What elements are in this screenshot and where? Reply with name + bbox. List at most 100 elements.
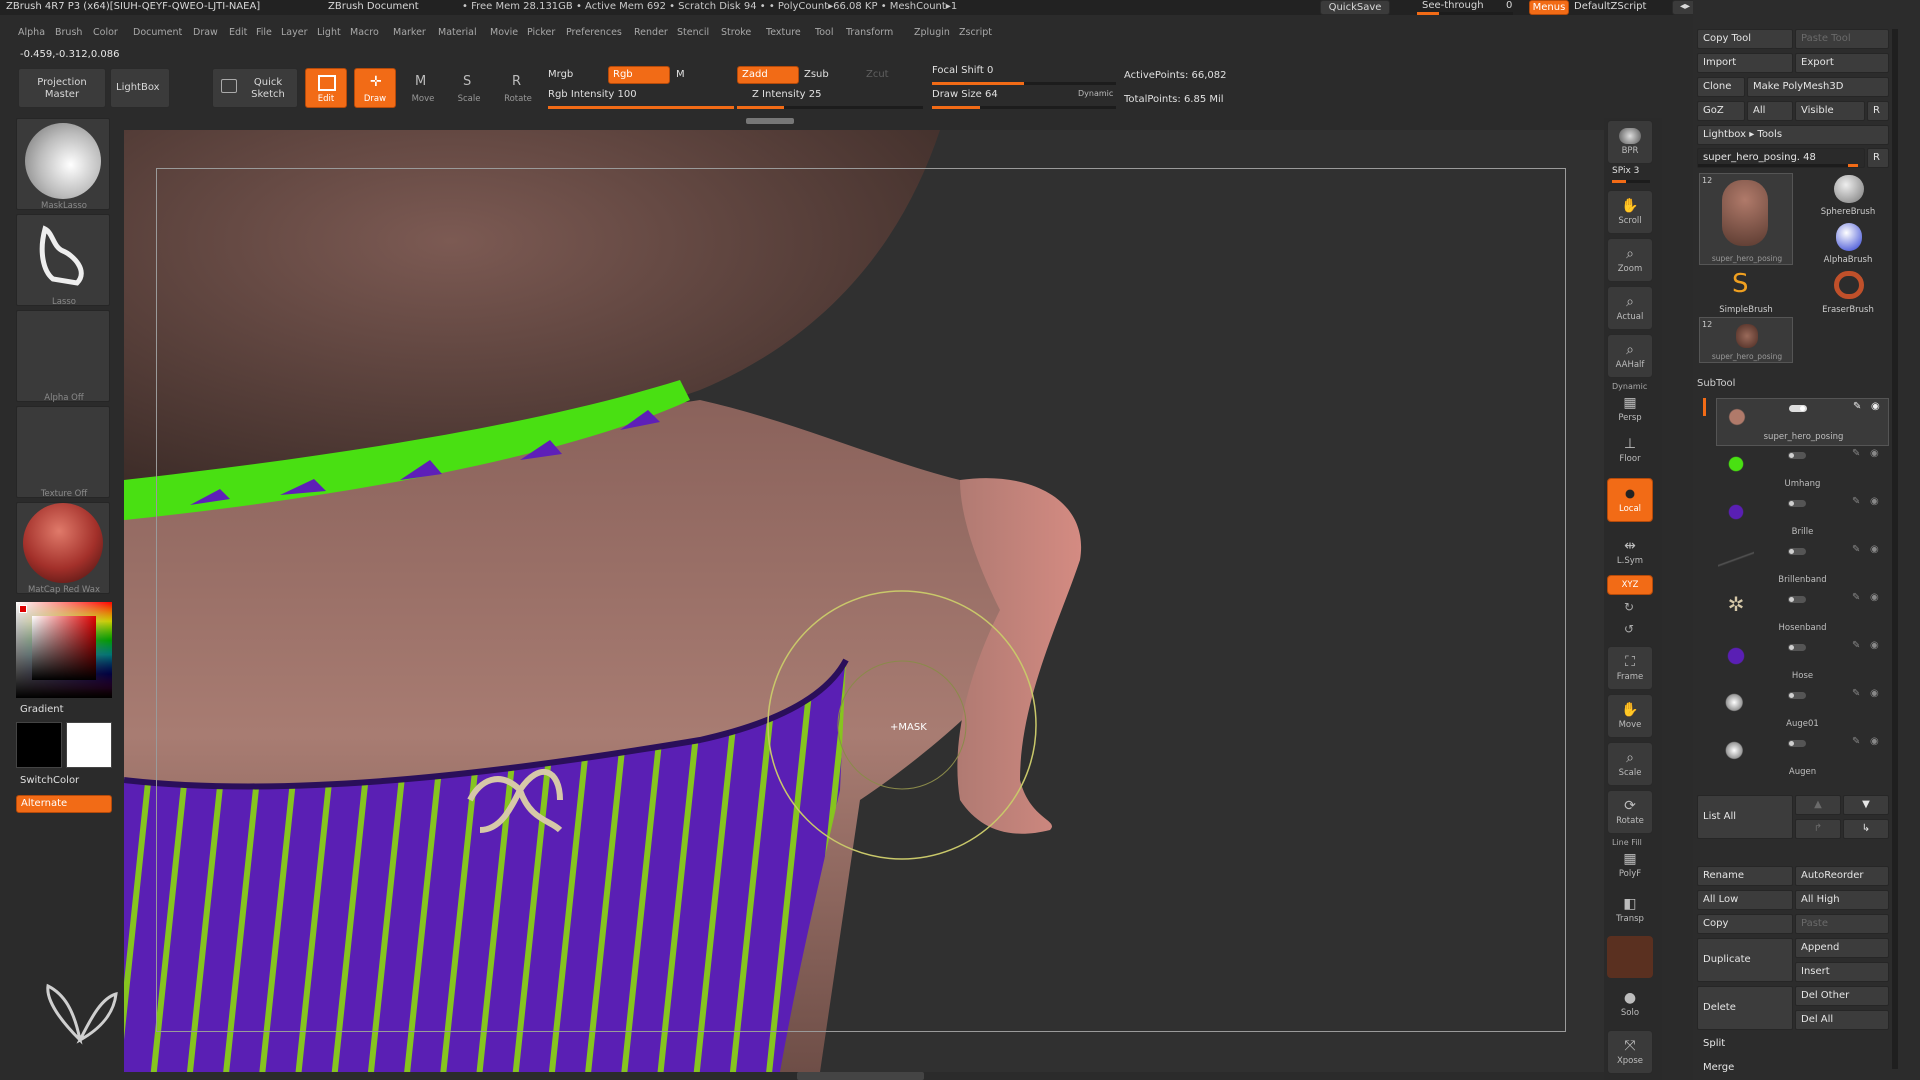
move-view-button[interactable]: ✋ Move	[1607, 694, 1653, 738]
menu-edit[interactable]: Edit	[229, 27, 247, 38]
menu-light[interactable]: Light	[317, 27, 341, 38]
rotate-button[interactable]: R Rotate	[497, 68, 539, 108]
actual-button[interactable]: ⌕ Actual	[1607, 286, 1653, 330]
spix-slider[interactable]	[1612, 180, 1650, 183]
rotate-view-button[interactable]: ⟳ Rotate	[1607, 790, 1653, 834]
menu-tool[interactable]: Tool	[815, 27, 833, 38]
menu-document[interactable]: Document	[133, 27, 182, 38]
rgb-toggle[interactable]: Rgb	[608, 66, 670, 84]
alternate-button[interactable]: Alternate	[16, 795, 112, 813]
brush-icon[interactable]: ✎	[1852, 544, 1860, 555]
eye-icon[interactable]: ◉	[1870, 496, 1879, 507]
menu-stroke[interactable]: Stroke	[721, 27, 751, 38]
color-square[interactable]	[32, 616, 96, 680]
stroke-slot[interactable]: Lasso	[16, 214, 110, 307]
eye-icon[interactable]: ◉	[1870, 544, 1879, 555]
focal-shift-slider[interactable]	[932, 82, 1116, 85]
make-polymesh3d-button[interactable]: Make PolyMesh3D	[1747, 77, 1889, 97]
gradient-label[interactable]: Gradient	[20, 704, 64, 715]
subtool-item[interactable]: ✲ ✎ ◉ Hosenband	[1716, 590, 1889, 638]
switch-color-button[interactable]: SwitchColor	[20, 775, 79, 786]
transp-button[interactable]: ◧ Transp	[1607, 888, 1653, 932]
subtool-item[interactable]: ✎ ◉ Hose	[1716, 638, 1889, 686]
palette-scrollbar[interactable]	[1892, 29, 1898, 1069]
alpha-slot[interactable]: Alpha Off	[16, 310, 110, 403]
bottom-shelf-handle[interactable]	[797, 1072, 924, 1080]
bpr-button[interactable]: BPR	[1607, 120, 1653, 164]
export-button[interactable]: Export	[1795, 53, 1889, 73]
draw-button[interactable]: ✛ Draw	[354, 68, 396, 108]
del-other-button[interactable]: Del Other	[1795, 986, 1889, 1006]
brush-icon[interactable]: ✎	[1852, 592, 1860, 603]
persp-button[interactable]: ▦ Persp	[1607, 382, 1653, 426]
solo-button[interactable]: ● Solo	[1607, 982, 1653, 1026]
paste-subtool-button[interactable]: Paste	[1795, 914, 1889, 934]
merge-section[interactable]: Merge	[1697, 1058, 1889, 1078]
menu-material[interactable]: Material	[438, 27, 477, 38]
secondary-color-black[interactable]	[16, 722, 62, 768]
eraser-brush-tool[interactable]: EraserBrush	[1808, 269, 1888, 317]
xyz-button[interactable]: XYZ	[1607, 575, 1653, 595]
list-all-button[interactable]: List All	[1697, 795, 1793, 839]
subtool-item[interactable]: ✎ ◉ Brillenband	[1716, 542, 1889, 590]
material-slot[interactable]: MatCap Red Wax	[16, 502, 110, 595]
zsub-toggle[interactable]: Zsub	[804, 69, 829, 80]
insert-button[interactable]: Insert	[1795, 962, 1889, 982]
simple-brush-tool[interactable]: S SimpleBrush	[1706, 269, 1786, 317]
color-picker[interactable]	[16, 602, 112, 698]
move-button[interactable]: M Move	[402, 68, 444, 108]
rgb-intensity-slider[interactable]	[548, 106, 734, 109]
move-up-arrow[interactable]: ▲	[1795, 795, 1841, 815]
subtool-item[interactable]: ✎ ◉ super_hero_posing	[1716, 398, 1889, 446]
subtool-toggle[interactable]	[1788, 692, 1806, 699]
menu-zscript[interactable]: Zscript	[959, 27, 992, 38]
import-button[interactable]: Import	[1697, 53, 1793, 73]
secondary-color-white[interactable]	[66, 722, 112, 768]
seethrough-slider[interactable]	[1417, 12, 1513, 15]
current-tool-slider[interactable]: super_hero_posing. 48	[1697, 148, 1865, 168]
subtool-item[interactable]: ✎ ◉ Augen	[1716, 734, 1889, 782]
visible-button[interactable]: Visible	[1795, 101, 1865, 121]
copy-tool-button[interactable]: Copy Tool	[1697, 29, 1793, 49]
split-section[interactable]: Split	[1697, 1034, 1889, 1054]
dynamic-toggle[interactable]: Dynamic	[1078, 89, 1113, 98]
all-high-button[interactable]: All High	[1795, 890, 1889, 910]
canvas-viewport[interactable]: +MASK	[124, 130, 1604, 1072]
local-button[interactable]: Local	[1607, 478, 1653, 522]
rotate-z-icon[interactable]: ↺	[1624, 622, 1634, 636]
frame-button[interactable]: ⛶ Frame	[1607, 646, 1653, 690]
edit-button[interactable]: Edit	[305, 68, 347, 108]
menu-texture[interactable]: Texture	[766, 27, 801, 38]
menu-brush[interactable]: Brush	[55, 27, 82, 38]
menu-picker[interactable]: Picker	[527, 27, 555, 38]
menus-button[interactable]: Menus	[1529, 0, 1569, 15]
subtool-title[interactable]: SubTool	[1697, 378, 1889, 392]
lsym-button[interactable]: ⇹ L.Sym	[1607, 530, 1653, 574]
subtool-item[interactable]: ✎ ◉ Umhang	[1716, 446, 1889, 494]
paste-tool-button[interactable]: Paste Tool	[1795, 29, 1889, 49]
menu-macro[interactable]: Macro	[350, 27, 379, 38]
goz-button[interactable]: GoZ	[1697, 101, 1745, 121]
move-up-end-arrow[interactable]: ↱	[1795, 819, 1841, 839]
projection-master-button[interactable]: Projection Master	[18, 68, 106, 108]
eye-icon[interactable]: ◉	[1870, 640, 1879, 651]
scroll-button[interactable]: ✋ Scroll	[1607, 190, 1653, 234]
tool-thumbnail-super-hero[interactable]: 12 super_hero_posing	[1699, 173, 1793, 265]
subtool-toggle[interactable]	[1788, 500, 1806, 507]
mrgb-toggle[interactable]: Mrgb	[548, 69, 573, 80]
menu-draw[interactable]: Draw	[193, 27, 218, 38]
brush-icon[interactable]: ✎	[1852, 688, 1860, 699]
menu-render[interactable]: Render	[634, 27, 668, 38]
eye-icon[interactable]: ◉	[1870, 448, 1879, 459]
main-color-swatch[interactable]	[19, 605, 27, 613]
brush-icon[interactable]: ✎	[1852, 448, 1860, 459]
subtool-toggle[interactable]	[1788, 740, 1806, 747]
subtool-toggle[interactable]	[1788, 548, 1806, 555]
menu-color[interactable]: Color	[93, 27, 118, 38]
rename-button[interactable]: Rename	[1697, 866, 1793, 886]
r-button[interactable]: R	[1867, 101, 1889, 121]
brush-icon[interactable]: ✎	[1852, 640, 1860, 651]
move-down-arrow[interactable]: ▼	[1843, 795, 1889, 815]
eye-icon[interactable]: ◉	[1870, 592, 1879, 603]
lightbox-tools-button[interactable]: Lightbox ▸ Tools	[1697, 125, 1889, 145]
